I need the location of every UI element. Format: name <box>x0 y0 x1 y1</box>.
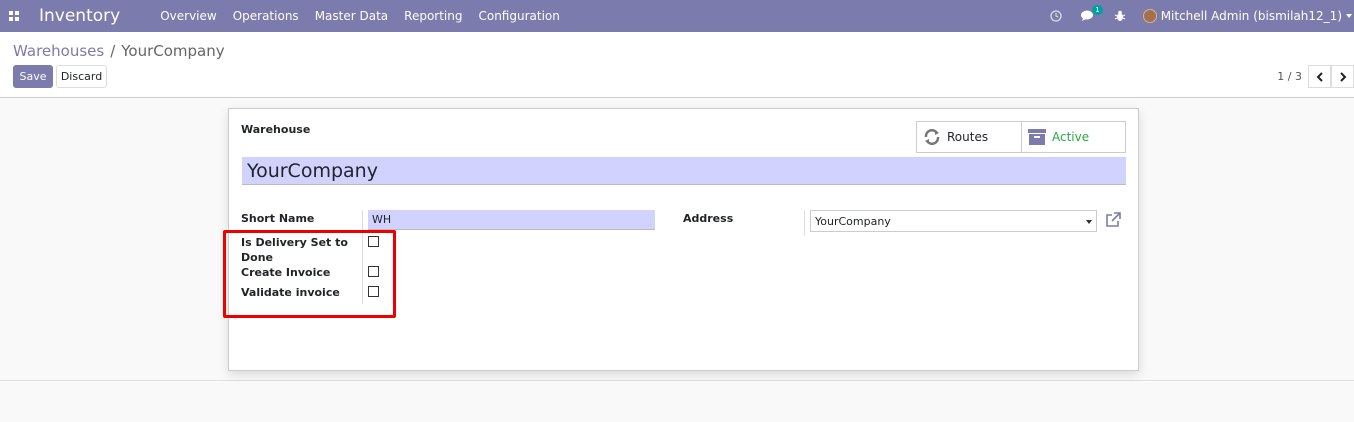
warehouse-name-input[interactable]: YourCompany <box>242 157 1126 185</box>
chevron-down-icon <box>1346 14 1352 18</box>
external-link-icon[interactable] <box>1105 212 1123 230</box>
field-divider-right <box>804 210 805 236</box>
user-menu[interactable]: Mitchell Admin (bismilah12_1) <box>1142 9 1352 23</box>
menu-operations[interactable]: Operations <box>233 9 299 23</box>
short-name-label: Short Name <box>241 212 315 225</box>
highlight-annotation-box <box>223 230 396 318</box>
archive-icon <box>1028 129 1046 145</box>
chevron-right-icon <box>1339 71 1346 82</box>
address-value: YourCompany <box>815 214 891 228</box>
pager-previous-button[interactable] <box>1308 65 1331 88</box>
app-name[interactable]: Inventory <box>39 6 120 26</box>
top-navbar: Inventory Overview Operations Master Dat… <box>0 0 1354 32</box>
messages-icon[interactable]: 1 <box>1079 5 1103 25</box>
warehouse-label: Warehouse <box>241 123 311 136</box>
address-select[interactable]: YourCompany <box>810 210 1097 232</box>
avatar <box>1142 9 1157 23</box>
address-label: Address <box>683 212 734 225</box>
routes-button[interactable]: Routes <box>917 122 1021 152</box>
active-label: Active <box>1052 130 1090 144</box>
form-sheet: Warehouse Routes Active YourCompany Shor… <box>223 108 1139 371</box>
breadcrumb-current: YourCompany <box>121 42 225 60</box>
chevron-left-icon <box>1316 71 1323 82</box>
save-button[interactable]: Save <box>13 65 53 88</box>
refresh-icon <box>924 129 940 145</box>
menu-master-data[interactable]: Master Data <box>315 9 388 23</box>
debug-bug-icon[interactable] <box>1111 7 1129 25</box>
user-name: Mitchell Admin (bismilah12_1) <box>1160 9 1342 23</box>
control-panel: Warehouses / YourCompany Save Discard 1 … <box>0 32 1354 98</box>
breadcrumb-separator: / <box>110 42 116 60</box>
active-toggle-button[interactable]: Active <box>1021 122 1125 152</box>
chevron-down-icon <box>1086 220 1092 224</box>
apps-menu-icon[interactable] <box>0 0 28 32</box>
discard-button[interactable]: Discard <box>56 65 107 88</box>
breadcrumb-warehouses-link[interactable]: Warehouses <box>13 42 104 60</box>
pager-next-button[interactable] <box>1331 65 1354 88</box>
routes-label: Routes <box>947 130 989 144</box>
footer-background <box>0 382 1354 422</box>
breadcrumb: Warehouses / YourCompany <box>13 42 225 60</box>
pager-value[interactable]: 1 / 3 <box>1277 70 1302 83</box>
menu-configuration[interactable]: Configuration <box>478 9 559 23</box>
menu-overview[interactable]: Overview <box>160 9 217 23</box>
messages-badge: 1 <box>1092 5 1103 15</box>
short-name-input[interactable]: WH <box>368 210 655 230</box>
pager: 1 / 3 <box>1277 65 1354 88</box>
smart-buttons: Routes Active <box>916 121 1126 153</box>
menu-reporting[interactable]: Reporting <box>404 9 462 23</box>
activity-clock-icon[interactable] <box>1047 7 1065 25</box>
